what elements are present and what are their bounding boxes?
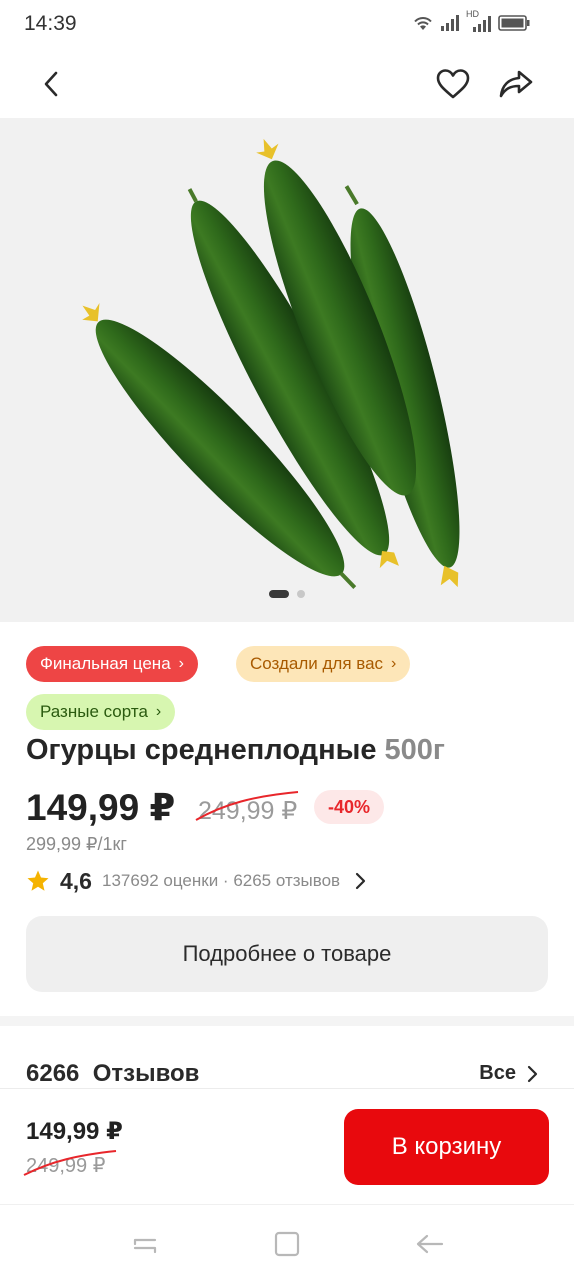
- favorite-button[interactable]: [431, 62, 475, 106]
- battery-icon: [498, 15, 530, 31]
- product-image: [82, 138, 460, 589]
- product-weight: 500г: [384, 734, 446, 766]
- reviews-all-link[interactable]: Все: [479, 1062, 538, 1085]
- product-title: Огурцы среднеплодные 500г: [26, 734, 445, 767]
- final-price-badge[interactable]: Финальная цена ›: [26, 646, 198, 682]
- share-button[interactable]: [494, 62, 538, 106]
- star-icon: [27, 870, 49, 891]
- chevron-right-icon: ›: [155, 703, 162, 720]
- reviews-title: 6266 Отзывов: [26, 1060, 200, 1087]
- chevron-right-icon: ›: [391, 655, 397, 672]
- chevron-right-icon: [527, 1065, 538, 1082]
- system-nav-bar: [0, 1204, 574, 1280]
- product-details-button[interactable]: Подробнее о товаре: [26, 916, 548, 992]
- rating-row[interactable]: 4,6 137692 оценки · 6265 отзывов: [26, 866, 426, 896]
- signal-icon: [441, 15, 459, 31]
- old-price: 249,99 ₽: [195, 791, 299, 826]
- system-back-button[interactable]: [412, 1227, 446, 1261]
- add-to-cart-button[interactable]: В корзину: [344, 1109, 549, 1185]
- chevron-right-icon: ›: [178, 655, 184, 672]
- product-name: Огурцы среднеплодные: [26, 734, 377, 766]
- created-for-you-badge[interactable]: Создали для вас ›: [236, 646, 411, 682]
- varieties-badge[interactable]: Разные сорта ›: [26, 694, 176, 730]
- pagination-dot[interactable]: [297, 590, 305, 598]
- heart-icon: [436, 69, 470, 99]
- app-bar: [0, 48, 574, 118]
- home-icon: [274, 1231, 300, 1257]
- wifi-icon: [414, 17, 432, 30]
- status-bar: 14:39 HD: [0, 0, 574, 48]
- section-divider: [0, 1016, 574, 1026]
- bottom-price: 149,99 ₽: [26, 1118, 123, 1145]
- gallery-pagination: [0, 590, 574, 598]
- chevron-left-icon: [44, 71, 58, 97]
- recent-apps-button[interactable]: [128, 1227, 162, 1261]
- share-icon: [499, 70, 533, 98]
- current-price: 149,99 ₽: [26, 787, 176, 828]
- back-arrow-icon: [416, 1234, 444, 1254]
- price-per-kg: 299,99 ₽/1кг: [26, 834, 127, 854]
- rating-meta: 137692 оценки · 6265 отзывов: [101, 871, 341, 890]
- rating-value: 4,6: [60, 867, 92, 894]
- pagination-dot-active[interactable]: [269, 590, 289, 598]
- status-icons: HD: [412, 9, 530, 33]
- bottom-old-price: 249,99 ₽: [23, 1150, 117, 1178]
- back-button[interactable]: [30, 62, 74, 106]
- price-row: 149,99 ₽ 249,99 ₽ -40%: [26, 784, 556, 832]
- home-button[interactable]: [270, 1227, 304, 1261]
- product-gallery[interactable]: [0, 118, 574, 622]
- recent-apps-icon: [133, 1238, 157, 1254]
- status-time: 14:39: [24, 12, 77, 35]
- bottom-purchase-bar: 149,99 ₽ 249,99 ₽ В корзину: [0, 1088, 574, 1204]
- chevron-right-icon: [355, 872, 366, 890]
- discount-badge: -40%: [314, 790, 385, 824]
- hd-signal-icon: HD: [466, 9, 492, 33]
